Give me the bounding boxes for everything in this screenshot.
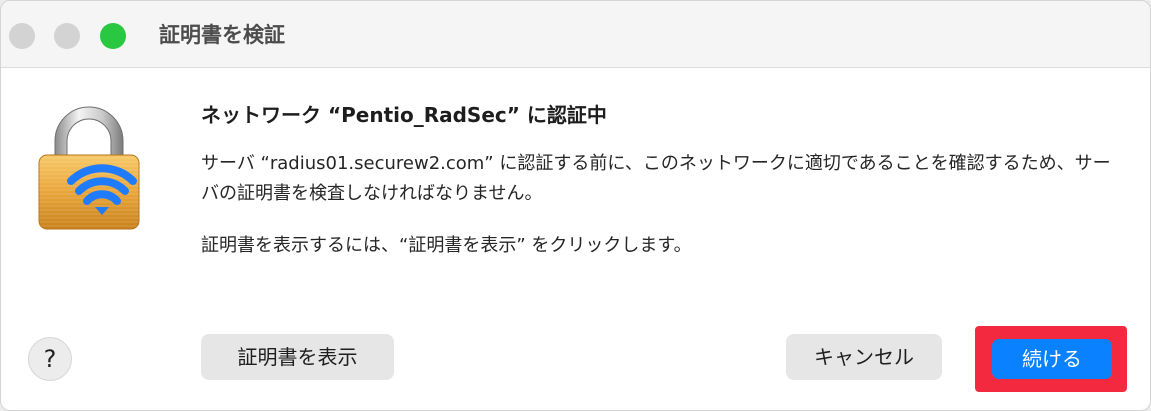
continue-button[interactable]: 続ける <box>992 339 1112 379</box>
cancel-button[interactable]: キャンセル <box>786 334 942 380</box>
show-certificate-button[interactable]: 証明書を表示 <box>201 334 394 380</box>
title-bar: 証明書を検証 <box>1 1 1150 68</box>
minimize-window-button[interactable] <box>54 23 80 49</box>
dialog-message-primary: サーバ “radius01.securew2.com” に認証する前に、このネッ… <box>201 153 1111 204</box>
window-title: 証明書を検証 <box>159 23 285 47</box>
dialog-heading: ネットワーク “Pentio_RadSec” に認証中 <box>201 103 607 127</box>
close-window-button[interactable] <box>9 23 35 49</box>
help-button[interactable]: ? <box>28 337 72 381</box>
wifi-lock-icon <box>38 106 140 230</box>
certificate-dialog-window: 証明書を検証 ネットワーク “Pentio_RadSec” に認証中 サーバ “… <box>0 0 1151 411</box>
zoom-window-button[interactable] <box>100 23 126 49</box>
dialog-message-secondary: 証明書を表示するには、“証明書を表示” をクリックします。 <box>201 235 692 256</box>
